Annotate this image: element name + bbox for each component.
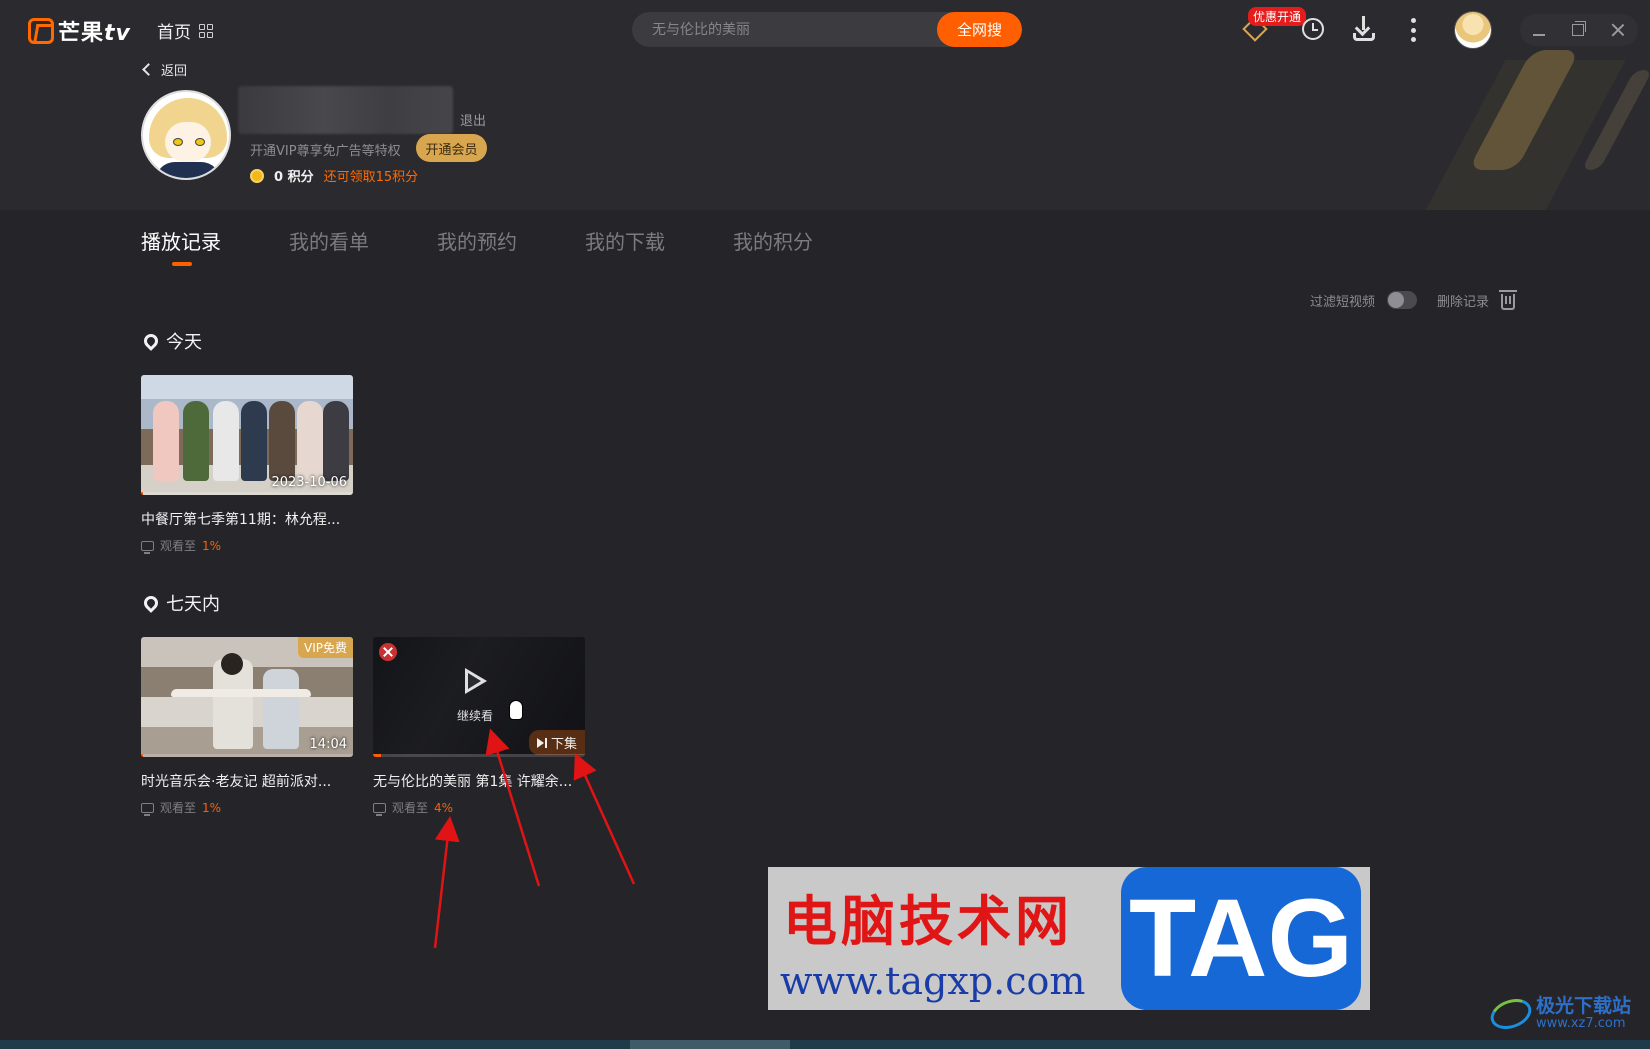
home-label: 首页 (157, 23, 191, 43)
more-menu-icon[interactable] (1410, 18, 1416, 42)
watch-progress: 观看至 1% (141, 799, 353, 816)
history-icon[interactable] (1302, 18, 1324, 40)
skip-next-icon (536, 737, 547, 748)
site-watermark-name: 极光下载站 (1536, 995, 1632, 1017)
location-pin-icon (141, 331, 161, 351)
watched-label: 观看至 (160, 801, 197, 815)
continue-watching-label[interactable]: 继续看 (457, 707, 493, 724)
back-button[interactable]: 返回 (142, 60, 188, 79)
video-thumbnail[interactable]: 2023-10-06 (141, 375, 353, 495)
vip-offer-badge[interactable]: 优惠开通 (1248, 7, 1307, 26)
video-thumbnail[interactable]: VIP免费 14:04 (141, 637, 353, 757)
filter-short-video-toggle[interactable] (1387, 291, 1418, 309)
trash-icon[interactable] (1499, 290, 1518, 310)
back-label: 返回 (161, 64, 188, 79)
video-title[interactable]: 无与伦比的美丽 第1集 许耀余... (373, 771, 585, 791)
tab-reservations[interactable]: 我的预约 (437, 226, 517, 265)
open-vip-button[interactable]: 开通会员 (416, 134, 487, 162)
taskbar-strip (0, 1040, 1650, 1049)
progress-track (141, 492, 353, 495)
tv-icon (141, 540, 154, 554)
progress-track (373, 754, 585, 757)
site-watermark: 极光下载站 www.xz7.com (1486, 993, 1632, 1035)
tab-downloads[interactable]: 我的下载 (585, 226, 665, 265)
next-episode-label: 下集 (550, 737, 577, 752)
video-title[interactable]: 时光音乐会·老友记 超前派对... (141, 771, 353, 791)
watched-label: 观看至 (392, 801, 429, 815)
filter-short-video-label: 过滤短视频 (1310, 294, 1376, 310)
minimize-icon[interactable] (1533, 34, 1546, 36)
section-heading-today: 今天 (141, 328, 202, 354)
active-tab-indicator (172, 262, 192, 266)
claim-points-link[interactable]: 还可领取15积分 (324, 166, 419, 185)
restore-icon[interactable] (1571, 21, 1586, 36)
delete-history-label[interactable]: 删除记录 (1437, 291, 1489, 310)
annotation-arrow (433, 816, 460, 949)
close-icon[interactable] (1611, 23, 1625, 37)
site-watermark-url: www.xz7.com (1536, 1015, 1626, 1031)
swirl-logo-icon (1486, 993, 1536, 1035)
history-toolbar: 过滤短视频 删除记录 (1310, 290, 1518, 310)
watermark-banner: 电脑技术网 www.tagxp.com TAG (768, 867, 1370, 1010)
tab-points[interactable]: 我的积分 (733, 226, 813, 265)
progress-track (141, 754, 353, 757)
tv-icon (141, 802, 154, 816)
vip-promo-text: 开通VIP尊享免广告等特权 (250, 144, 401, 159)
section-title: 今天 (166, 332, 202, 353)
coin-icon (250, 168, 264, 183)
progress-percent: 1% (202, 800, 222, 815)
mango-tv-logo[interactable]: 芒果tv (28, 16, 131, 46)
vip-free-tag: VIP免费 (298, 637, 353, 658)
search-bar: 全网搜 (632, 12, 1022, 47)
remove-record-icon[interactable] (379, 643, 397, 661)
username-blurred (238, 86, 453, 134)
location-pin-icon (141, 593, 161, 613)
tab-watchlist[interactable]: 我的看单 (289, 226, 369, 265)
window-controls (1520, 14, 1638, 46)
section-heading-seven-days: 七天内 (141, 590, 220, 616)
watch-progress: 观看至 1% (141, 537, 353, 554)
search-input[interactable] (632, 12, 937, 47)
tab-play-history[interactable]: 播放记录 (141, 226, 221, 265)
mouse-cursor-icon (509, 700, 523, 720)
date-badge: 2023-10-06 (271, 475, 347, 490)
download-icon[interactable] (1352, 16, 1376, 42)
watch-progress: 观看至 4% (373, 799, 585, 816)
watermark-url: www.tagxp.com (780, 959, 1086, 1003)
logo-text: 芒果tv (58, 21, 131, 46)
points-value: 0 积分 (274, 170, 314, 185)
video-thumbnail[interactable]: 继续看 下集 (373, 637, 585, 757)
history-card[interactable]: 2023-10-06 中餐厅第七季第11期：林允程... 观看至 1% (141, 375, 353, 554)
apps-grid-icon[interactable] (199, 23, 213, 38)
section-title: 七天内 (166, 594, 220, 615)
history-card[interactable]: VIP免费 14:04 时光音乐会·老友记 超前派对... 观看至 1% (141, 637, 353, 816)
tv-icon (373, 802, 386, 816)
progress-percent: 4% (434, 800, 454, 815)
user-avatar[interactable] (1454, 11, 1492, 49)
chevron-left-icon (142, 63, 155, 76)
tab-bar: 播放记录 我的看单 我的预约 我的下载 我的积分 (141, 226, 813, 265)
watermark-tag-logo: TAG (1121, 867, 1361, 1010)
profile-avatar[interactable] (141, 90, 231, 180)
watermark-cn-text: 电脑技术网 (783, 890, 1073, 953)
annotation-arrow (573, 752, 636, 885)
watched-label: 观看至 (160, 539, 197, 553)
progress-percent: 1% (202, 538, 222, 553)
mango-logo-icon (28, 18, 54, 44)
search-all-button[interactable]: 全网搜 (937, 12, 1022, 47)
logout-link[interactable]: 退出 (460, 110, 486, 129)
history-card-hovered[interactable]: 继续看 下集 无与伦比的美丽 第1集 许耀余... 观看至 4% (373, 637, 585, 816)
duration-badge: 14:04 (309, 737, 347, 752)
app-window: 芒果tv 首页 全网搜 优惠开通 返回 退出 开通VIP尊享免广告等特权 开通会… (0, 0, 1650, 1049)
next-episode-button[interactable]: 下集 (528, 730, 585, 755)
points-row: 0 积分 还可领取15积分 (250, 166, 418, 185)
play-icon-inner (468, 673, 481, 689)
video-title[interactable]: 中餐厅第七季第11期：林允程... (141, 509, 353, 529)
home-nav-link[interactable]: 首页 (157, 18, 213, 43)
